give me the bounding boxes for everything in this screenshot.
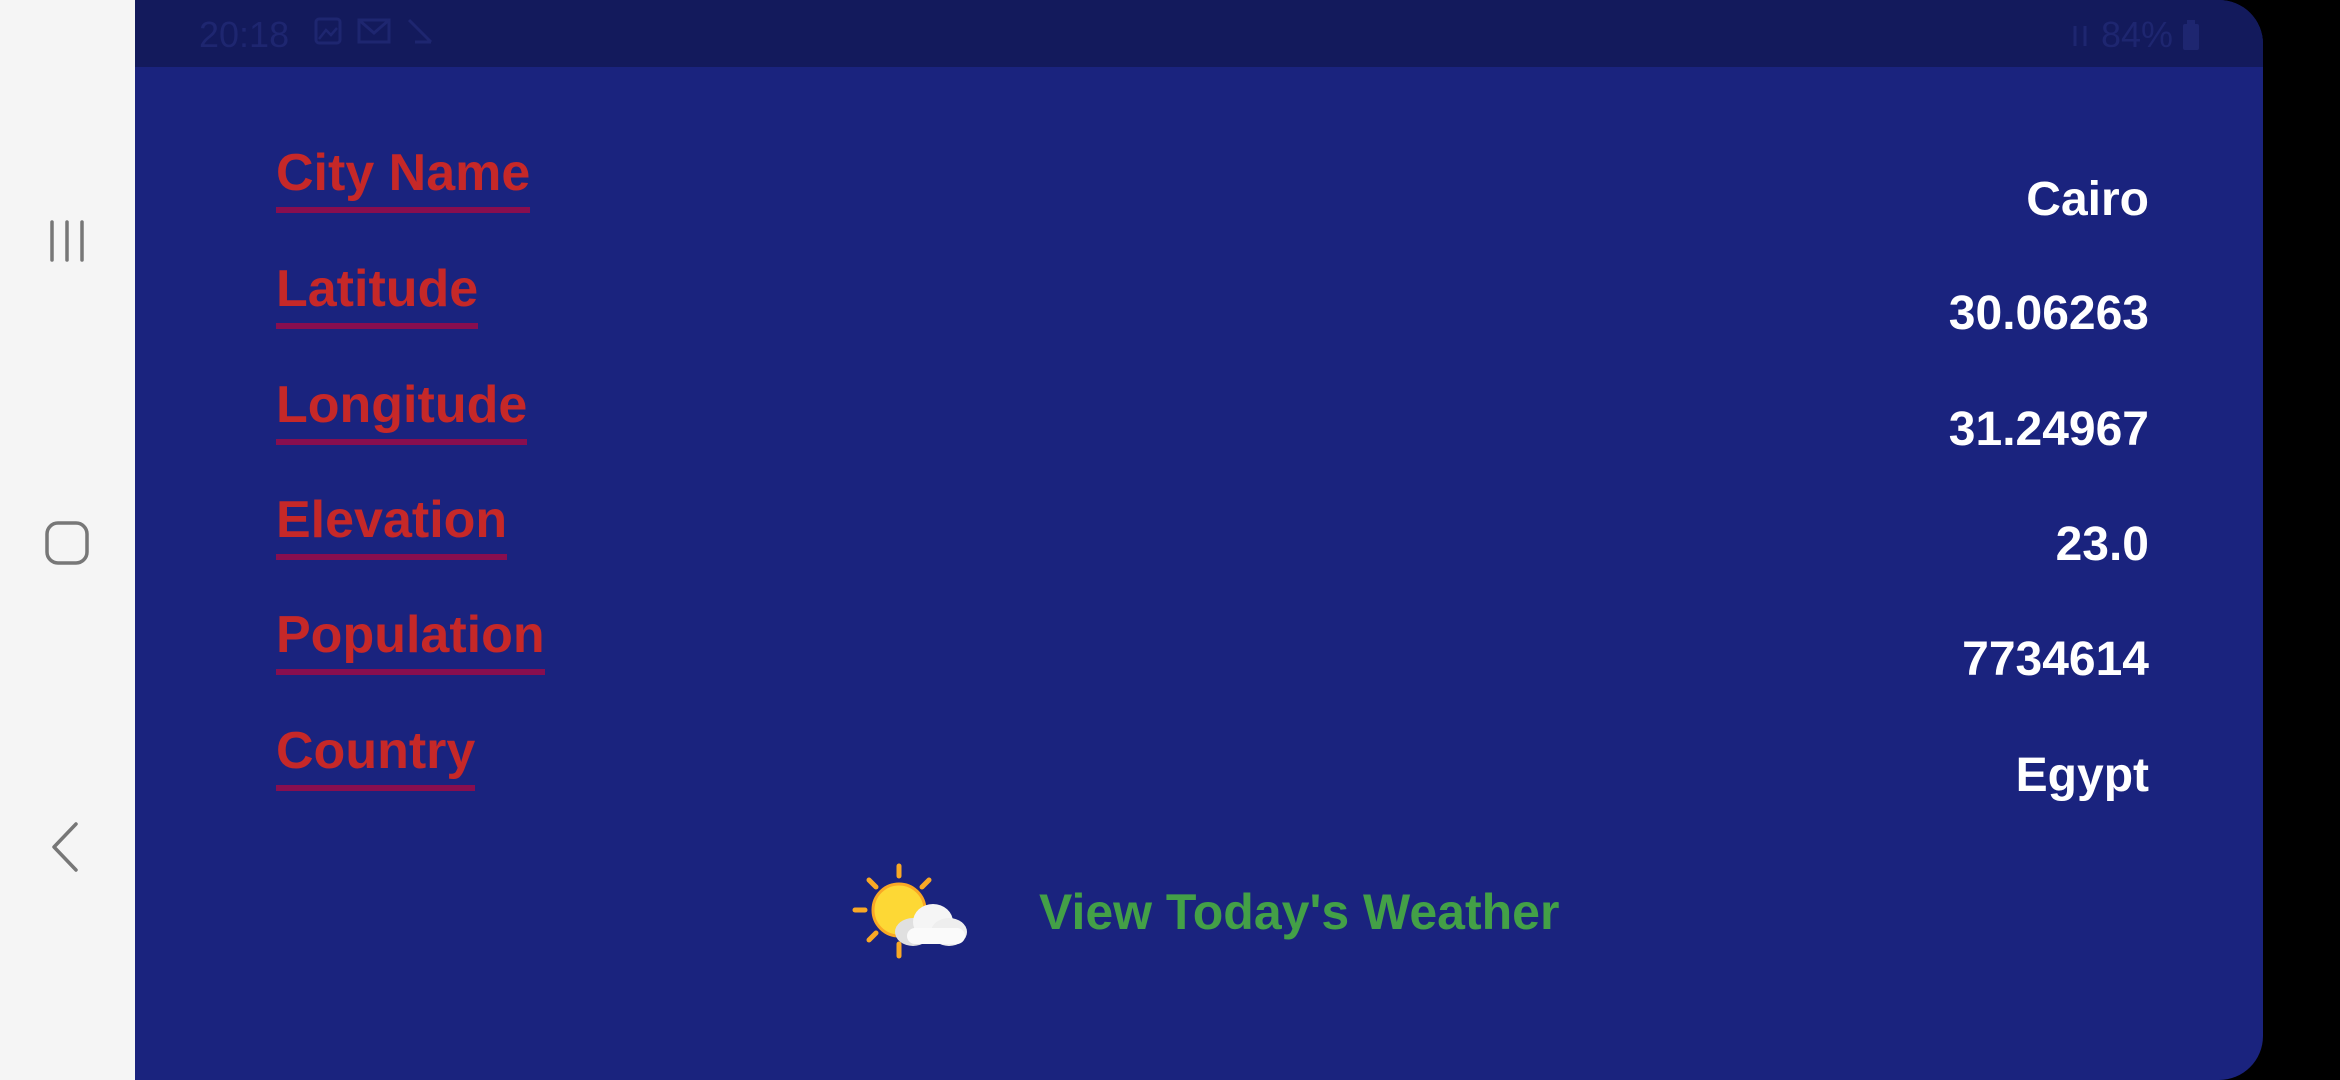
- battery-icon: [2183, 20, 2199, 50]
- app-window: 20:18 84% City Name Cairo Latitude 30.06…: [135, 0, 2263, 1080]
- population-value: 7734614: [1962, 633, 2149, 686]
- country-value: Egypt: [2015, 749, 2149, 802]
- view-weather-label: View Today's Weather: [1039, 884, 1560, 940]
- home-icon: [45, 521, 89, 565]
- navigation-bar: [0, 0, 135, 1080]
- notification-icons: [313, 16, 435, 46]
- home-button[interactable]: [22, 498, 112, 588]
- sun-behind-cloud-icon: [852, 863, 967, 959]
- latitude-label: Latitude: [276, 259, 479, 329]
- status-bar: 20:18 84%: [135, 0, 2263, 67]
- gallery-notification-icon: [314, 17, 342, 45]
- back-icon: [52, 822, 78, 872]
- status-time: 20:18: [199, 14, 290, 55]
- signal-icon: [2073, 26, 2087, 46]
- elevation-value: 23.0: [2055, 518, 2149, 571]
- longitude-value: 31.24967: [1948, 403, 2149, 456]
- battery-percent: 84%: [2100, 14, 2173, 55]
- country-label: Country: [276, 721, 476, 791]
- device-screen: 20:18 84% City Name Cairo Latitude 30.06…: [0, 0, 2340, 1080]
- view-weather-button[interactable]: View Today's Weather: [851, 862, 1559, 962]
- longitude-label: Longitude: [276, 375, 528, 445]
- latitude-value: 30.06263: [1948, 287, 2149, 340]
- city-name-value: Cairo: [2026, 173, 2149, 226]
- population-label: Population: [276, 605, 545, 675]
- recents-button[interactable]: [22, 196, 112, 286]
- back-button[interactable]: [22, 802, 112, 892]
- recents-icon: [50, 220, 84, 262]
- status-right-group: 84%: [2067, 14, 2201, 56]
- city-name-label: City Name: [276, 143, 531, 213]
- elevation-label: Elevation: [276, 490, 508, 560]
- missed-call-icon: [407, 18, 433, 44]
- mail-notification-icon: [357, 18, 391, 44]
